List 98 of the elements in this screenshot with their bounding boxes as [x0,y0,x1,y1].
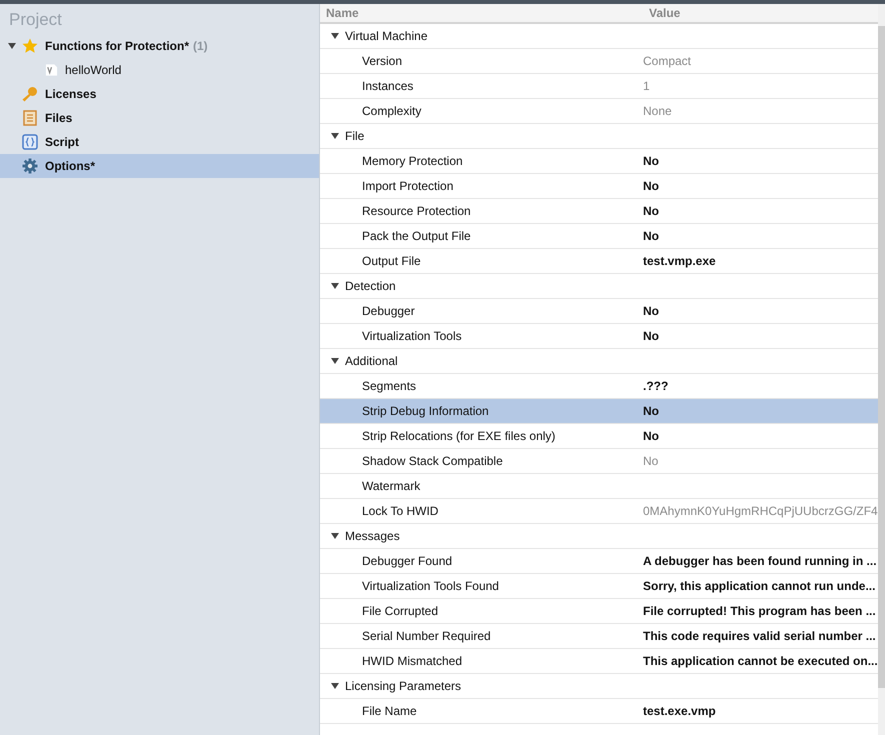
sidebar-item[interactable]: Functions for Protection* (1) [0,34,319,58]
property-value: File corrupted! This program has been ... [643,604,876,618]
property-value: A debugger has been found running in ... [643,554,877,568]
property-name: Shadow Stack Compatible [361,454,504,468]
property-row[interactable]: Strip Relocations (for EXE files only) No [320,424,878,449]
expand-icon[interactable] [331,283,339,289]
expand-icon[interactable] [331,533,339,539]
property-name: HWID Mismatched [361,654,464,668]
expand-icon[interactable] [331,683,339,689]
property-value: test.vmp.exe [643,254,716,268]
section-row[interactable]: Detection [320,274,878,299]
property-value: Sorry, this application cannot run unde... [643,579,876,593]
property-value: No [643,179,659,193]
property-name: Virtualization Tools [361,329,463,343]
section-row[interactable]: Licensing Parameters [320,674,878,699]
property-name: Output File [361,254,422,268]
property-value: None [643,104,672,118]
property-row[interactable]: File Corrupted File corrupted! This program has been ... [320,599,878,624]
list-icon [22,110,38,126]
section-row[interactable]: Messages [320,524,878,549]
property-name: Pack the Output File [361,229,472,243]
section-title: Additional [345,354,398,368]
star-icon [22,38,38,54]
property-name: Segments [361,379,418,393]
property-row[interactable]: Complexity None [320,99,878,124]
property-value: No [643,154,659,168]
property-row[interactable]: Virtualization Tools Found Sorry, this application cannot run unde... [320,574,878,599]
property-name: Version [361,54,404,68]
property-row[interactable]: Virtualization Tools No [320,324,878,349]
panel-title: Project [8,9,63,31]
scrollbar-thumb[interactable] [878,26,885,688]
property-name: File Name [361,704,418,718]
property-row[interactable]: Resource Protection No [320,199,878,224]
item-count: (1) [193,39,208,53]
section-title: Virtual Machine [345,29,428,43]
property-row[interactable]: Version Compact [320,49,878,74]
property-name: Strip Relocations (for EXE files only) [361,429,556,443]
property-row[interactable]: Output File test.vmp.exe [320,249,878,274]
property-value: 1 [643,79,650,93]
section-row[interactable]: Virtual Machine [320,24,878,49]
property-name: Resource Protection [361,204,472,218]
property-value: No [643,329,659,343]
expand-icon[interactable] [8,43,16,49]
section-title: Licensing Parameters [345,679,462,693]
property-name: Serial Number Required [361,629,492,643]
property-value: No [643,454,658,468]
property-row[interactable]: Debugger Found A debugger has been found running in ... [320,549,878,574]
property-value: test.exe.vmp [643,704,716,718]
property-value: This code requires valid serial number ... [643,629,876,643]
property-value: No [643,404,659,418]
property-value: No [643,429,659,443]
property-name: Import Protection [361,179,454,193]
property-name: Debugger [361,304,416,318]
property-name: Virtualization Tools Found [361,579,500,593]
property-name: Watermark [361,479,422,493]
property-name: Instances [361,79,414,93]
property-row[interactable]: Strip Debug Information No [320,399,878,424]
property-row[interactable]: Memory Protection No [320,149,878,174]
property-value: No [643,304,659,318]
expand-icon[interactable] [331,133,339,139]
sidebar-item[interactable]: Script [0,130,319,154]
property-row[interactable]: Lock To HWID 0MAhymnK0YuHgmRHCqPjUUbcrzGG/ZF4 [320,499,878,524]
property-row[interactable]: Instances 1 [320,74,878,99]
expand-icon[interactable] [331,33,339,39]
property-name: Debugger Found [361,554,454,568]
property-name: File Corrupted [361,604,440,618]
property-row[interactable]: Import Protection No [320,174,878,199]
section-row[interactable]: Additional [320,349,878,374]
section-row[interactable]: File [320,124,878,149]
braces-icon [22,134,38,150]
property-value: 0MAhymnK0YuHgmRHCqPjUUbcrzGG/ZF4 [643,504,878,518]
property-row[interactable]: Watermark [320,474,878,499]
section-title: File [345,129,364,143]
property-row[interactable]: Pack the Output File No [320,224,878,249]
sidebar-item[interactable]: Files [0,106,319,130]
property-value: No [643,204,659,218]
file-icon [45,63,58,77]
property-row[interactable]: File Name test.exe.vmp [320,699,878,724]
key-icon [22,86,38,102]
property-row[interactable]: HWID Mismatched This application cannot be executed on... [320,649,878,674]
sidebar-item[interactable]: helloWorld [0,58,319,82]
property-row[interactable]: Shadow Stack Compatible No [320,449,878,474]
property-row[interactable]: Debugger No [320,299,878,324]
expand-icon[interactable] [331,358,339,364]
property-value: No [643,229,659,243]
property-name: Lock To HWID [361,504,440,518]
sidebar-item[interactable]: Options* [0,154,319,178]
gear-icon [22,158,38,174]
property-value: Compact [643,54,692,68]
section-title: Detection [345,279,396,293]
sidebar-item[interactable]: Licenses [0,82,319,106]
property-value: This application cannot be executed on... [643,654,878,668]
property-name: Memory Protection [361,154,464,168]
property-name: Complexity [361,104,422,118]
property-row[interactable]: Serial Number Required This code requires valid serial number ... [320,624,878,649]
section-title: Messages [345,529,400,543]
property-value: .??? [643,379,668,393]
property-name: Strip Debug Information [361,404,490,418]
